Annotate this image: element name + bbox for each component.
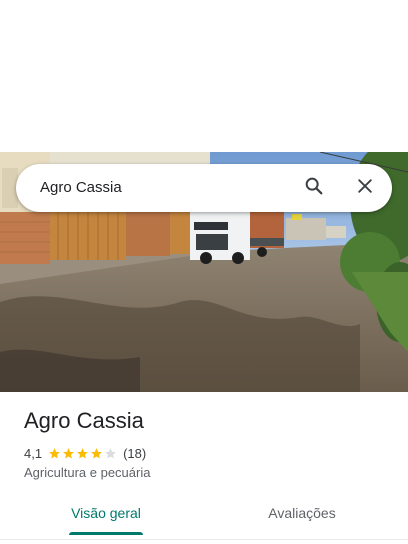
place-category[interactable]: Agricultura e pecuária — [24, 465, 150, 480]
divider — [0, 539, 408, 540]
search-icon — [303, 175, 325, 202]
search-bar — [16, 164, 392, 212]
star-filled-icon — [63, 447, 74, 458]
clear-search-button[interactable] — [349, 172, 381, 204]
search-button[interactable] — [298, 172, 330, 204]
star-filled-icon — [49, 447, 60, 458]
rating-row[interactable]: 4,1 (18) — [24, 444, 146, 462]
tab-overview[interactable]: Visão geral — [56, 496, 156, 536]
tab-reviews[interactable]: Avaliações — [248, 496, 356, 536]
star-empty-icon — [105, 447, 116, 458]
active-tab-indicator — [69, 532, 143, 535]
star-rating — [48, 447, 118, 460]
search-input[interactable] — [40, 164, 290, 212]
place-title: Agro Cassia — [24, 408, 144, 433]
star-filled-icon — [77, 447, 88, 458]
star-filled-icon — [91, 447, 102, 458]
rating-value: 4,1 — [24, 445, 43, 461]
review-count[interactable]: (18) — [123, 446, 146, 461]
tab-bar: Visão geral Avaliações — [0, 496, 408, 538]
close-icon — [355, 176, 375, 201]
